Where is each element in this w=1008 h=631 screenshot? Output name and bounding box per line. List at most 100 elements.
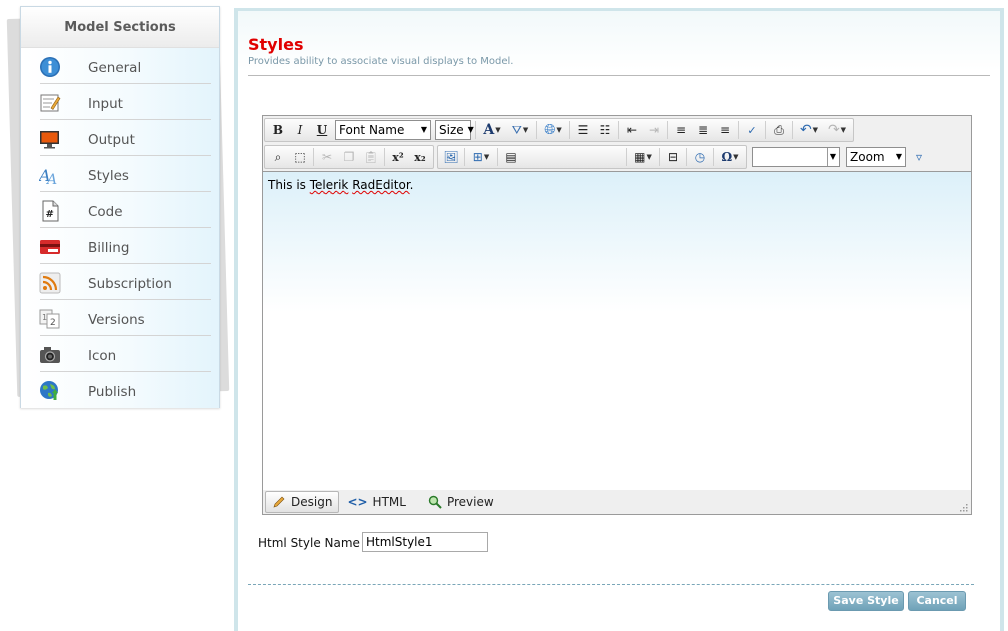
sidebar-item-label: Billing bbox=[88, 240, 130, 256]
redo-button[interactable]: ↷ ▼ bbox=[823, 120, 851, 140]
text-fragment: . bbox=[409, 178, 414, 192]
divider bbox=[738, 121, 739, 139]
sidebar-item-label: Output bbox=[88, 132, 135, 148]
paste-icon[interactable]: 📋︎ bbox=[360, 147, 382, 167]
copy-icon[interactable]: ❐ bbox=[338, 147, 360, 167]
misspelled-word: RadEditor bbox=[352, 178, 410, 192]
insert-table-button[interactable]: ⊞ ▼ bbox=[467, 147, 495, 167]
sidebar-item-publish[interactable]: Publish bbox=[21, 372, 219, 408]
outdent-icon[interactable]: ⇤ bbox=[621, 120, 643, 140]
zoom-select[interactable]: Zoom ▼ bbox=[846, 147, 906, 167]
paint-bucket-icon: ⛛ bbox=[511, 122, 522, 137]
chevron-down-icon: ▼ bbox=[812, 126, 819, 134]
align-right-icon[interactable]: ≡ bbox=[714, 120, 736, 140]
chevron-down-icon: ▼ bbox=[556, 126, 562, 134]
sidebar-item-versions[interactable]: 12 Versions bbox=[21, 300, 219, 336]
insert-symbol-button[interactable]: Ω ▼ bbox=[716, 147, 744, 167]
sidebar-item-input[interactable]: Input bbox=[21, 84, 219, 120]
style-name-label: Html Style Name : bbox=[258, 536, 368, 550]
divider bbox=[464, 148, 465, 166]
info-icon bbox=[39, 56, 61, 78]
background-color-button[interactable]: ⛛ ▼ bbox=[506, 120, 534, 140]
sidebar-item-subscription[interactable]: Subscription bbox=[21, 264, 219, 300]
undo-button[interactable]: ↶ ▼ bbox=[795, 120, 823, 140]
style-name-input[interactable] bbox=[362, 532, 488, 552]
chevron-down-icon: ▼ bbox=[495, 126, 501, 134]
print-icon[interactable]: ⎙ bbox=[768, 120, 790, 140]
divider bbox=[713, 148, 714, 166]
chevron-down-icon: ▼ bbox=[733, 153, 739, 161]
sidebar-item-code[interactable]: # Code bbox=[21, 192, 219, 228]
editor-content-area[interactable]: This is Telerik RadEditor. bbox=[263, 171, 971, 491]
table-icon: ⊞ bbox=[472, 150, 483, 164]
tab-preview[interactable]: Preview bbox=[422, 492, 500, 512]
sidebar-item-general[interactable]: General bbox=[21, 48, 219, 84]
sidebar-item-label: Styles bbox=[88, 168, 129, 184]
find-replace-icon[interactable]: ⌕ bbox=[267, 147, 289, 167]
format-block-button[interactable]: ▦ ▼ bbox=[629, 147, 657, 167]
toolbar-row-2: ⌕ ⬚ ✂ ❐ 📋︎ x² x₂ 🖼︎ ⊞ ▼ ▤ ▦ ▼ ⊟ ◷ Ω ▼ ▼ … bbox=[264, 145, 930, 169]
custom-select[interactable]: ▼ bbox=[752, 147, 840, 167]
svg-text:2: 2 bbox=[50, 318, 56, 328]
sidebar-item-label: Versions bbox=[88, 312, 145, 328]
sidebar-item-label: Publish bbox=[88, 384, 137, 400]
magnifier-icon bbox=[428, 495, 442, 509]
tab-design[interactable]: Design bbox=[265, 491, 340, 513]
main-content: Styles Provides ability to associate vis… bbox=[234, 8, 1004, 631]
monitor-icon bbox=[39, 128, 61, 150]
insert-link-button[interactable]: 🌐︎ ▼ bbox=[539, 120, 567, 140]
versions-icon: 12 bbox=[39, 308, 61, 330]
tab-label: HTML bbox=[372, 495, 406, 509]
spellcheck-icon[interactable]: ✓ bbox=[741, 120, 763, 140]
font-size-select[interactable]: Size ▼ bbox=[435, 120, 474, 140]
undo-icon: ↶ bbox=[799, 122, 812, 138]
underline-button[interactable]: U bbox=[311, 120, 333, 140]
align-center-icon[interactable]: ≣ bbox=[692, 120, 714, 140]
bullet-list-icon[interactable]: ☰ bbox=[572, 120, 594, 140]
italic-button[interactable]: I bbox=[289, 120, 311, 140]
sidebar-item-icon[interactable]: Icon bbox=[21, 336, 219, 372]
editor-mode-bar: Design <> HTML Preview bbox=[263, 490, 971, 514]
toolbar-group: ⌕ ⬚ ✂ ❐ 📋︎ x² x₂ bbox=[264, 145, 434, 169]
align-left-icon[interactable]: ≡ bbox=[670, 120, 692, 140]
tab-label: Design bbox=[291, 495, 333, 509]
resize-grip-icon[interactable] bbox=[958, 501, 968, 512]
chevron-down-icon: ▼ bbox=[840, 126, 847, 134]
sidebar-title: Model Sections bbox=[21, 7, 219, 48]
image-manager-icon[interactable]: 🖼︎ bbox=[440, 147, 462, 167]
text-color-button[interactable]: A ▼ bbox=[478, 120, 506, 140]
insert-date-icon[interactable]: ◷ bbox=[689, 147, 711, 167]
divider bbox=[497, 148, 498, 166]
select-all-icon[interactable]: ⬚ bbox=[289, 147, 311, 167]
sidebar-item-label: Input bbox=[88, 96, 123, 112]
divider bbox=[618, 121, 619, 139]
zoom-value: Zoom bbox=[850, 150, 885, 164]
chevron-down-icon: ▼ bbox=[646, 153, 652, 161]
font-name-select[interactable]: Font Name ▼ bbox=[335, 120, 431, 140]
save-style-button[interactable]: Save Style bbox=[828, 591, 904, 611]
redo-icon: ↷ bbox=[827, 122, 840, 138]
pencil-icon bbox=[272, 495, 286, 509]
sidebar-item-styles[interactable]: AA Styles bbox=[21, 156, 219, 192]
editor-text: This is Telerik RadEditor. bbox=[268, 178, 413, 192]
divider bbox=[313, 148, 314, 166]
cut-icon[interactable]: ✂ bbox=[316, 147, 338, 167]
paste-options-icon[interactable]: ▤ bbox=[500, 147, 522, 167]
cancel-button[interactable]: Cancel bbox=[908, 591, 966, 611]
insert-symbol-box-icon[interactable]: ⊟ bbox=[662, 147, 684, 167]
globe-link-icon: 🌐︎ bbox=[544, 122, 556, 138]
dashed-divider bbox=[248, 584, 974, 585]
sidebar-item-output[interactable]: Output bbox=[21, 120, 219, 156]
subscript-icon[interactable]: x₂ bbox=[409, 147, 431, 167]
indent-icon[interactable]: ⇥ bbox=[643, 120, 665, 140]
font-styles-icon: AA bbox=[39, 164, 61, 186]
tab-html[interactable]: <> HTML bbox=[341, 492, 412, 512]
bold-button[interactable]: B bbox=[267, 120, 289, 140]
page-subtitle: Provides ability to associate visual dis… bbox=[248, 56, 514, 67]
sidebar-item-billing[interactable]: Billing bbox=[21, 228, 219, 264]
toolbar-row-1: B I U Font Name ▼ Size ▼ A ▼ ⛛ ▼ 🌐︎ ▼ ☰ ☷ ⇤ ⇥… bbox=[264, 118, 857, 142]
superscript-icon[interactable]: x² bbox=[387, 147, 409, 167]
module-manager-icon[interactable]: ▿ bbox=[908, 147, 930, 167]
svg-text:1: 1 bbox=[42, 313, 47, 322]
numbered-list-icon[interactable]: ☷ bbox=[594, 120, 616, 140]
